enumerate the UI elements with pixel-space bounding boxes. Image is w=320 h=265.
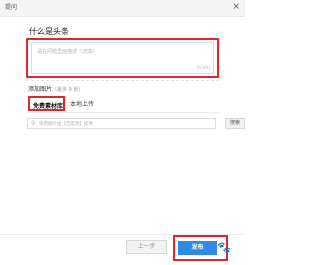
image-search: ⚲ 免费图片由【百度图】提供 — [27, 118, 245, 130]
question-label: 什么是头条 — [29, 27, 69, 36]
search-icon: ⚲ — [31, 120, 36, 127]
search-button[interactable]: 搜索 — [225, 118, 245, 129]
publish-highlight: 发布 🐾 — [173, 235, 231, 261]
close-icon[interactable]: × — [232, 1, 240, 13]
dialog-title: 提问 — [5, 4, 18, 11]
question-highlight: 请在问题里面描述（选填） 0/500 — [26, 38, 219, 78]
tab-free-library-label: 免费素材库 — [33, 103, 64, 110]
publish-button[interactable]: 发布 — [178, 241, 217, 255]
tab-free-library[interactable]: 免费素材库 — [28, 96, 65, 111]
tab-divider — [26, 112, 219, 113]
dialog-titlebar: 提问 × — [0, 0, 245, 17]
search-input[interactable]: ⚲ 免费图片由【百度图】提供 — [27, 118, 216, 129]
char-counter: 0/500 — [197, 66, 210, 71]
question-textarea[interactable]: 请在问题里面描述（选填） 0/500 — [31, 42, 214, 74]
divider — [26, 80, 219, 81]
paw-icon: 🐾 — [217, 241, 231, 254]
search-placeholder: 免费图片由【百度图】提供 — [39, 122, 93, 127]
add-image-label: 添加图片（最多 9 张） — [28, 84, 83, 93]
prev-step-button[interactable]: 上一步 — [126, 240, 167, 254]
tab-local-upload[interactable]: 本地上传 — [70, 99, 94, 108]
add-image-title: 添加图片 — [28, 86, 53, 93]
question-placeholder: 请在问题里面描述（选填） — [37, 49, 98, 55]
add-image-note: （最多 9 张） — [52, 87, 84, 93]
